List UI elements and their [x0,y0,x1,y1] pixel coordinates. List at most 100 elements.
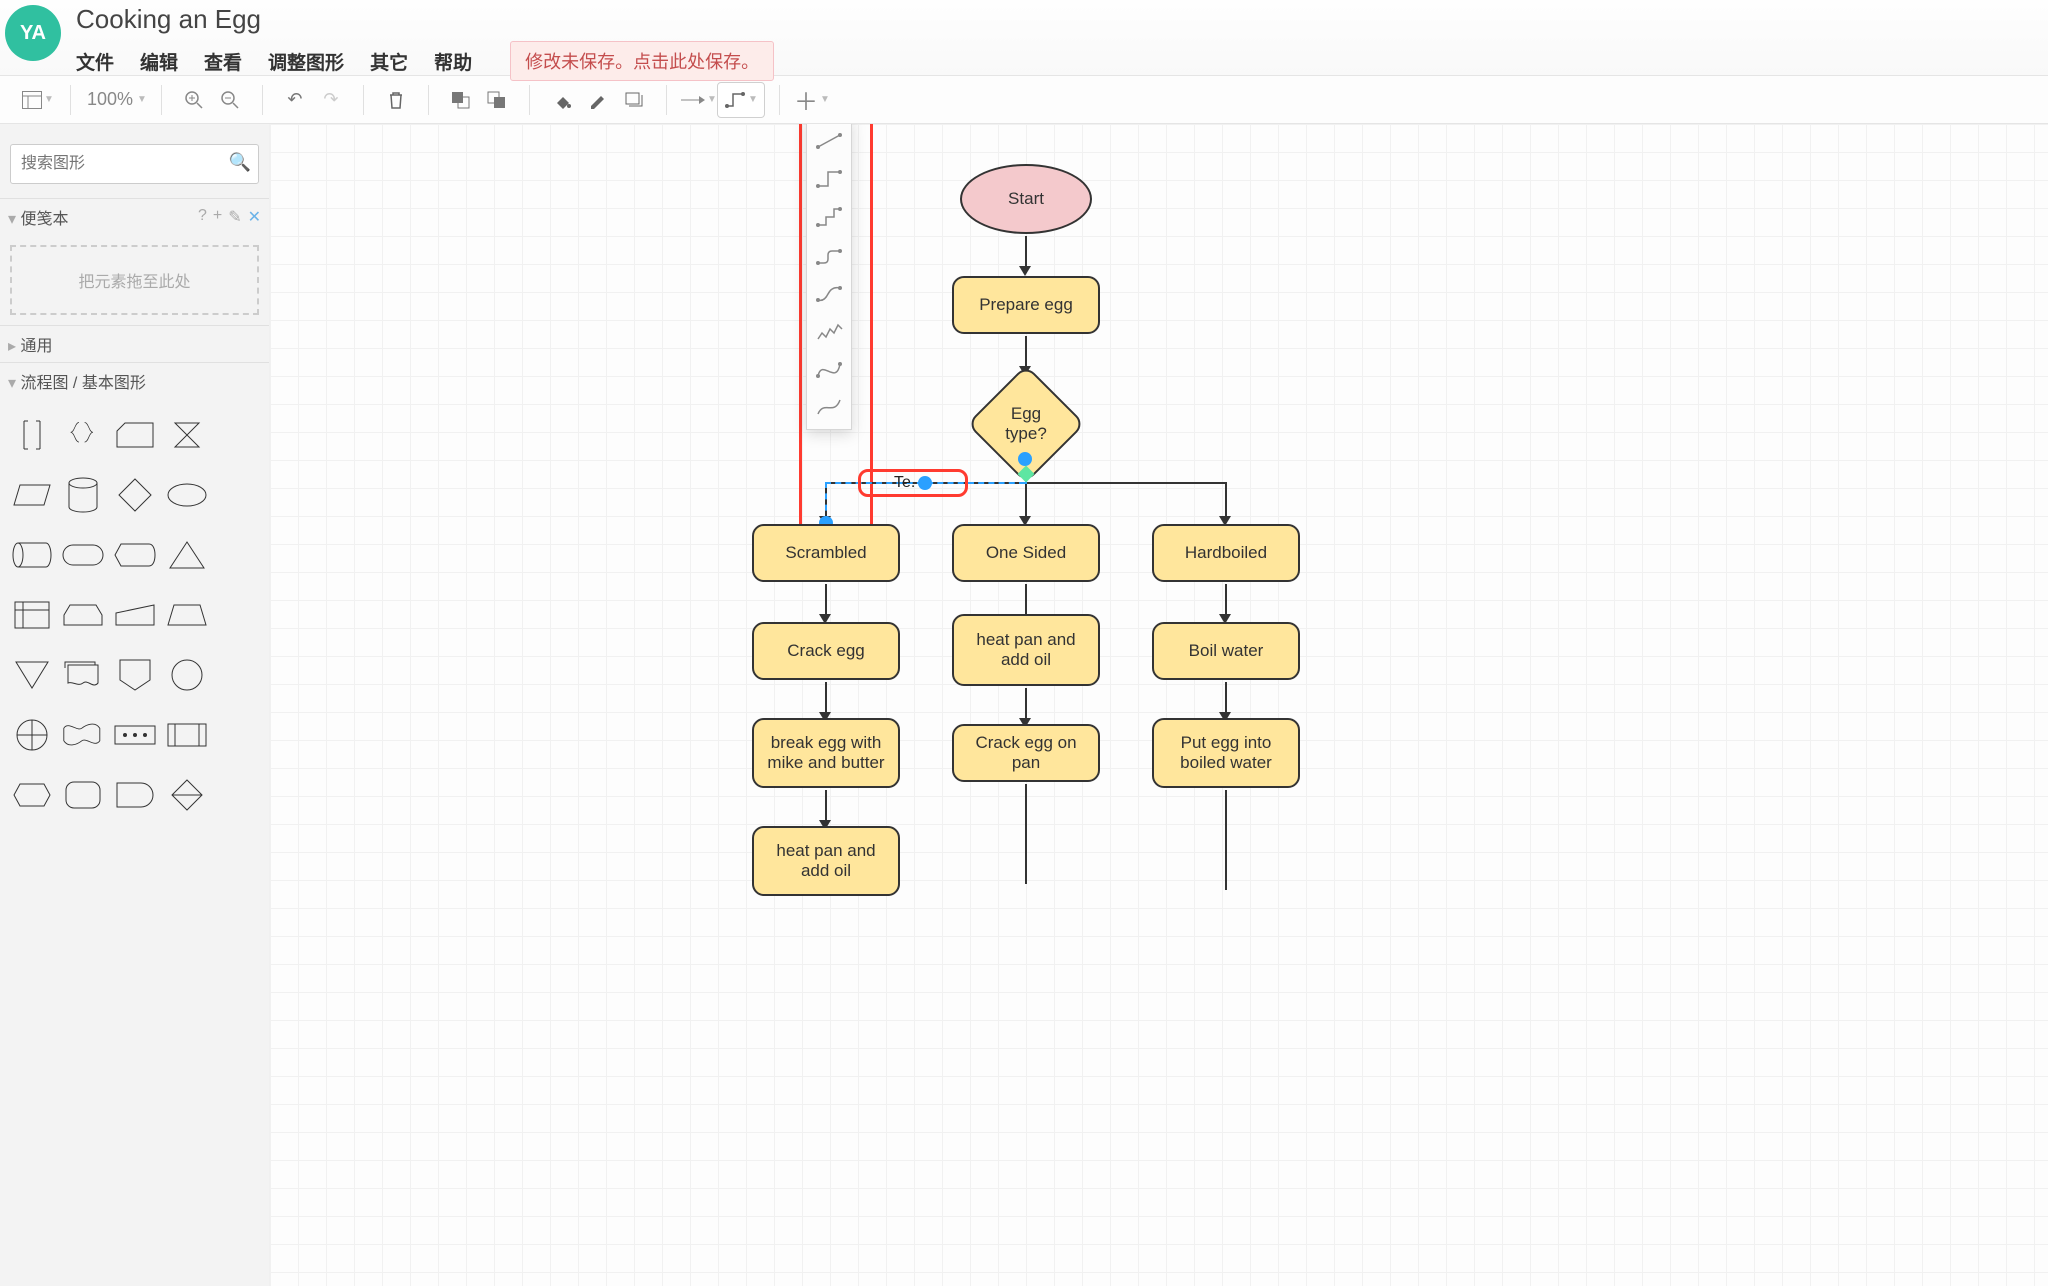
node-boil-water[interactable]: Boil water [1152,622,1300,680]
panels-toggle-button[interactable]: ▼ [20,82,56,118]
connection-style-button[interactable]: ▼ [681,82,717,118]
search-input[interactable] [10,144,259,184]
shape-diamond[interactable] [113,473,157,517]
waypoint-opt-orth-split[interactable] [809,201,849,233]
to-front-button[interactable] [443,82,479,118]
zoom-out-icon [220,90,240,110]
shape-subroutine[interactable] [165,713,208,757]
shape-triangle[interactable] [165,533,208,577]
shape-circle[interactable] [165,653,208,697]
scratchpad-section[interactable]: ▾ 便笺本 ? + ✎ ✕ [0,198,269,235]
menu-view[interactable]: 查看 [204,48,242,75]
shape-card[interactable] [113,413,157,457]
edge-label-handle[interactable] [918,476,932,490]
shape-tape[interactable] [61,713,105,757]
to-back-button[interactable] [479,82,515,118]
node-put-egg-water[interactable]: Put egg into boiled water [1152,718,1300,788]
menu-edit[interactable]: 编辑 [140,48,178,75]
menu-arrange[interactable]: 调整图形 [268,48,344,75]
shape-empty5[interactable] [216,653,259,697]
node-start-label: Start [1008,189,1044,209]
waypoints-button[interactable]: ▼ [717,82,765,118]
shape-merge[interactable] [10,653,53,697]
line-color-button[interactable] [580,82,616,118]
waypoint-opt-curved[interactable] [809,353,849,385]
node-heat-pan[interactable]: heat pan and add oil [952,614,1100,686]
insert-button[interactable]: ＋▼ [794,82,830,118]
shape-terminator[interactable] [61,533,105,577]
waypoint-opt-orth-rounded[interactable] [809,239,849,271]
selected-edge-label[interactable]: Te. [894,474,915,492]
shape-database[interactable] [61,473,105,517]
canvas[interactable]: Start Prepare egg Egg type? Te. Scramble… [270,124,2048,1286]
shadow-button[interactable] [616,82,652,118]
shape-empty4[interactable] [216,593,259,637]
shape-parallelogram[interactable] [10,473,53,517]
node-crack-on-pan[interactable]: Crack egg on pan [952,724,1100,782]
delete-button[interactable] [378,82,414,118]
scratchpad-close-icon[interactable]: ✕ [248,207,261,227]
node-heat-pan-2[interactable]: heat pan and add oil [752,826,900,896]
undo-button[interactable]: ↶ [277,82,313,118]
waypoint-opt-straight[interactable] [809,125,849,157]
shape-internal-storage[interactable] [10,593,53,637]
avatar[interactable]: YA [5,5,61,61]
shape-rounded-rect[interactable] [61,773,105,817]
shape-loop-limit[interactable] [61,593,105,637]
shape-empty7[interactable] [216,773,259,817]
shadow-icon [624,91,644,109]
zoom-caret-icon[interactable]: ▼ [137,94,147,105]
node-scrambled[interactable]: Scrambled [752,524,900,582]
waypoint-opt-orthogonal[interactable] [809,163,849,195]
scratchpad-help-icon[interactable]: ? [198,207,207,227]
shape-multi-doc[interactable] [61,653,105,697]
scratchpad-edit-icon[interactable]: ✎ [228,207,241,227]
save-warning-button[interactable]: 修改未保存。点击此处保存。 [510,41,774,81]
shape-brace[interactable] [61,413,105,457]
waypoint-opt-smooth[interactable] [809,391,849,423]
node-heat-pan-label: heat pan and add oil [962,630,1090,670]
shape-empty6[interactable] [216,713,259,757]
node-prepare[interactable]: Prepare egg [952,276,1100,334]
shape-empty1[interactable] [216,413,259,457]
shape-hourglass[interactable] [165,413,208,457]
shape-empty3[interactable] [216,533,259,577]
shape-ellipse[interactable] [165,473,208,517]
shape-hexagon[interactable] [10,773,53,817]
general-section[interactable]: ▸ 通用 [0,325,269,362]
node-start[interactable]: Start [960,164,1092,234]
node-crack-egg-label: Crack egg [787,641,864,661]
node-hardboiled-label: Hardboiled [1185,543,1267,563]
shape-offpage[interactable] [113,653,157,697]
redo-button[interactable]: ↷ [313,82,349,118]
node-break-egg[interactable]: break egg with mike and butter [752,718,900,788]
node-hardboiled[interactable]: Hardboiled [1152,524,1300,582]
toolbar: ▼ 100% ▼ ↶ ↷ [0,76,2048,124]
shape-or[interactable] [10,713,53,757]
shape-delay[interactable] [113,773,157,817]
shape-sort[interactable] [165,773,208,817]
waypoint-opt-jagged[interactable] [809,315,849,347]
node-onesided[interactable]: One Sided [952,524,1100,582]
shape-bracket[interactable] [10,413,53,457]
flowchart-section[interactable]: ▾ 流程图 / 基本图形 [0,362,269,399]
zoom-out-button[interactable] [212,82,248,118]
shape-empty2[interactable] [216,473,259,517]
shape-manual-input[interactable] [113,593,157,637]
scratchpad-drop[interactable]: 把元素拖至此处 [10,245,259,315]
shape-cylinder-horiz[interactable] [10,533,53,577]
fill-color-button[interactable] [544,82,580,118]
scratchpad-add-icon[interactable]: + [213,207,222,227]
menu-help[interactable]: 帮助 [434,48,472,75]
node-crack-egg[interactable]: Crack egg [752,622,900,680]
shape-trapezoid[interactable] [165,593,208,637]
zoom-in-button[interactable] [176,82,212,118]
shape-predefined[interactable] [113,713,157,757]
shape-display[interactable] [113,533,157,577]
zoom-level[interactable]: 100% [87,89,133,110]
waypoint-opt-spline[interactable] [809,277,849,309]
menu-extras[interactable]: 其它 [370,48,408,75]
document-title[interactable]: Cooking an Egg [76,4,774,35]
edge-endpoint-source[interactable] [1018,452,1032,466]
menu-file[interactable]: 文件 [76,48,114,75]
